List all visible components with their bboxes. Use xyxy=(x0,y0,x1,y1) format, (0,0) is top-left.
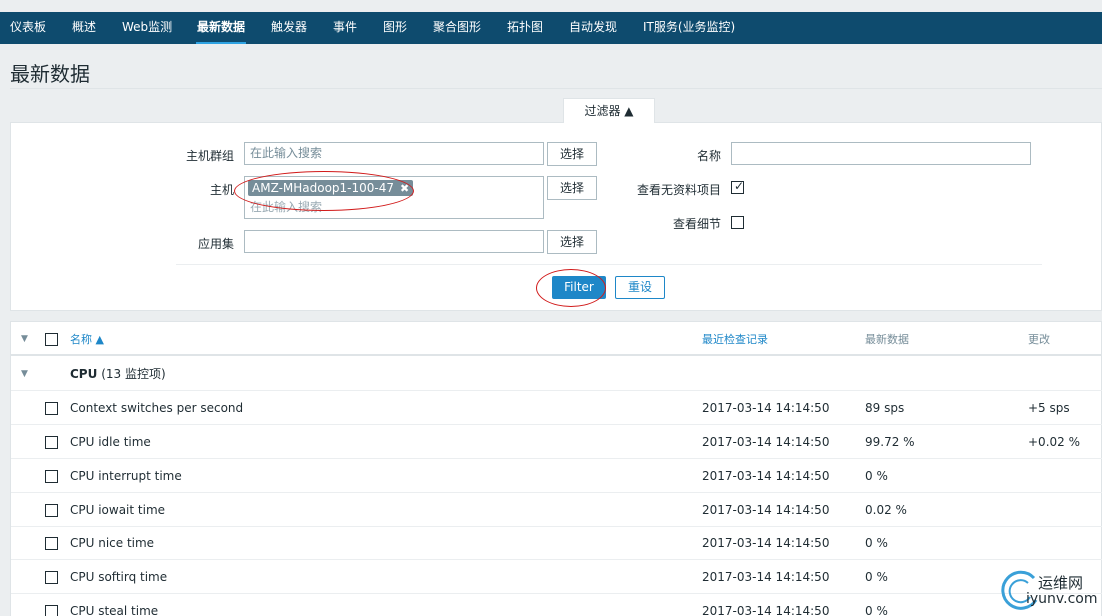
table-header: ▼ 名称 ▲ 最近检查记录 最新数据 更改 xyxy=(11,322,1102,356)
item-last-value: 0 % xyxy=(865,536,888,550)
nav-item-web[interactable]: Web监测 xyxy=(122,12,172,44)
item-last-check: 2017-03-14 14:14:50 xyxy=(702,536,830,550)
show-no-data-checkbox[interactable]: ✓ xyxy=(731,179,745,194)
latest-data-table: ▼ 名称 ▲ 最近检查记录 最新数据 更改 ▼ CPU (13 监控项) Con… xyxy=(10,321,1102,616)
table-row: Context switches per second 2017-03-14 1… xyxy=(11,391,1102,425)
item-name: CPU idle time xyxy=(70,435,151,449)
table-row: CPU steal time 2017-03-14 14:14:50 0 % xyxy=(11,594,1102,616)
item-last-value: 99.72 % xyxy=(865,435,915,449)
show-no-data-label: 查看无资料项目 xyxy=(637,183,722,197)
filter-button[interactable]: Filter xyxy=(552,276,606,299)
title-divider xyxy=(10,88,1102,89)
table-row: CPU softirq time 2017-03-14 14:14:50 0 % xyxy=(11,560,1102,594)
item-name: CPU interrupt time xyxy=(70,469,182,483)
table-row: CPU idle time 2017-03-14 14:14:50 99.72 … xyxy=(11,425,1102,459)
host-select-button[interactable]: 选择 xyxy=(547,176,597,200)
item-last-check: 2017-03-14 14:14:50 xyxy=(702,604,830,616)
row-checkbox[interactable] xyxy=(45,470,58,483)
item-last-check: 2017-03-14 14:14:50 xyxy=(702,401,830,415)
nav-item-graphs[interactable]: 图形 xyxy=(383,12,407,44)
nav-item-screens[interactable]: 聚合图形 xyxy=(433,12,481,44)
item-last-check: 2017-03-14 14:14:50 xyxy=(702,435,830,449)
application-input[interactable] xyxy=(244,230,544,253)
reset-button[interactable]: 重设 xyxy=(615,276,665,299)
filter-tab[interactable]: 过滤器 ▲ xyxy=(563,98,655,123)
application-label: 应用集 xyxy=(198,237,235,251)
application-select-button[interactable]: 选择 xyxy=(547,230,597,254)
host-group-input[interactable]: 在此输入搜索 xyxy=(244,142,544,165)
row-checkbox[interactable] xyxy=(45,436,58,449)
host-tag-label: AMZ-MHadoop1-100-47 xyxy=(252,181,395,195)
nav-item-it-services[interactable]: IT服务(业务监控) xyxy=(643,12,735,44)
show-details-checkbox[interactable] xyxy=(731,216,744,229)
item-last-check: 2017-03-14 14:14:50 xyxy=(702,469,830,483)
row-checkbox[interactable] xyxy=(45,402,58,415)
nav-item-maps[interactable]: 拓扑图 xyxy=(507,12,543,44)
item-last-value: 0 % xyxy=(865,570,888,584)
host-label: 主机 xyxy=(210,183,235,197)
item-change: +5 sps xyxy=(1028,401,1070,415)
nav-item-discovery[interactable]: 自动发现 xyxy=(569,12,617,44)
header-name[interactable]: 名称 ▲ xyxy=(70,322,104,357)
group-row: ▼ CPU (13 监控项) xyxy=(11,357,1102,391)
table-row: CPU iowait time 2017-03-14 14:14:50 0.02… xyxy=(11,493,1102,527)
item-name: CPU nice time xyxy=(70,536,155,550)
item-last-value: 0 % xyxy=(865,604,888,616)
host-group-select-button[interactable]: 选择 xyxy=(547,142,597,166)
active-tab-indicator xyxy=(196,42,246,44)
checkmark-icon: ✓ xyxy=(734,179,745,193)
group-label: CPU (13 监控项) xyxy=(70,357,166,391)
nav-item-latest-data[interactable]: 最新数据 xyxy=(197,12,245,44)
select-all-checkbox[interactable] xyxy=(45,333,58,346)
group-name: CPU xyxy=(70,367,98,381)
group-count: (13 监控项) xyxy=(101,367,166,381)
nav-item-overview[interactable]: 概述 xyxy=(72,12,96,44)
header-last-check[interactable]: 最近检查记录 xyxy=(702,322,768,357)
filter-separator xyxy=(176,264,1042,265)
name-input[interactable] xyxy=(731,142,1031,165)
watermark-line1: 运维网 xyxy=(1038,574,1084,592)
name-label: 名称 xyxy=(697,149,722,163)
row-checkbox[interactable] xyxy=(45,605,58,616)
item-last-check: 2017-03-14 14:14:50 xyxy=(702,503,830,517)
table-row: CPU interrupt time 2017-03-14 14:14:50 0… xyxy=(11,459,1102,493)
header-last-value: 最新数据 xyxy=(865,333,909,346)
item-name: CPU softirq time xyxy=(70,570,168,584)
remove-tag-icon[interactable]: ✖ xyxy=(400,182,409,195)
item-last-check: 2017-03-14 14:14:50 xyxy=(702,570,830,584)
item-last-value: 89 sps xyxy=(865,401,905,415)
host-tag: AMZ-MHadoop1-100-47 ✖ xyxy=(248,180,414,196)
main-nav: 仪表板 概述 Web监测 最新数据 触发器 事件 图形 聚合图形 拓扑图 自动发… xyxy=(0,12,1102,44)
nav-item-dashboard[interactable]: 仪表板 xyxy=(10,12,46,44)
host-group-label: 主机群组 xyxy=(186,149,235,163)
top-strip xyxy=(0,0,1102,12)
row-checkbox[interactable] xyxy=(45,504,58,517)
group-toggle-icon[interactable]: ▼ xyxy=(21,357,28,391)
table-row: CPU nice time 2017-03-14 14:14:50 0 % xyxy=(11,526,1102,560)
row-checkbox[interactable] xyxy=(45,571,58,584)
item-name: CPU steal time xyxy=(70,604,159,616)
header-change: 更改 xyxy=(1028,333,1050,346)
collapse-all-icon[interactable]: ▼ xyxy=(21,322,28,356)
host-placeholder: 在此输入搜索 xyxy=(250,200,323,214)
item-last-value: 0.02 % xyxy=(865,503,907,517)
item-last-value: 0 % xyxy=(865,469,888,483)
nav-item-events[interactable]: 事件 xyxy=(333,12,357,44)
row-checkbox[interactable] xyxy=(45,537,58,550)
item-change: +0.02 % xyxy=(1028,435,1080,449)
watermark-line2: iyunv.com xyxy=(1026,591,1098,607)
item-name: Context switches per second xyxy=(70,401,244,415)
nav-item-triggers[interactable]: 触发器 xyxy=(271,12,307,44)
page-title: 最新数据 xyxy=(10,62,90,86)
item-name: CPU iowait time xyxy=(70,503,166,517)
watermark: 运维网 iyunv.com xyxy=(1000,568,1102,612)
show-details-label: 查看细节 xyxy=(673,217,722,231)
